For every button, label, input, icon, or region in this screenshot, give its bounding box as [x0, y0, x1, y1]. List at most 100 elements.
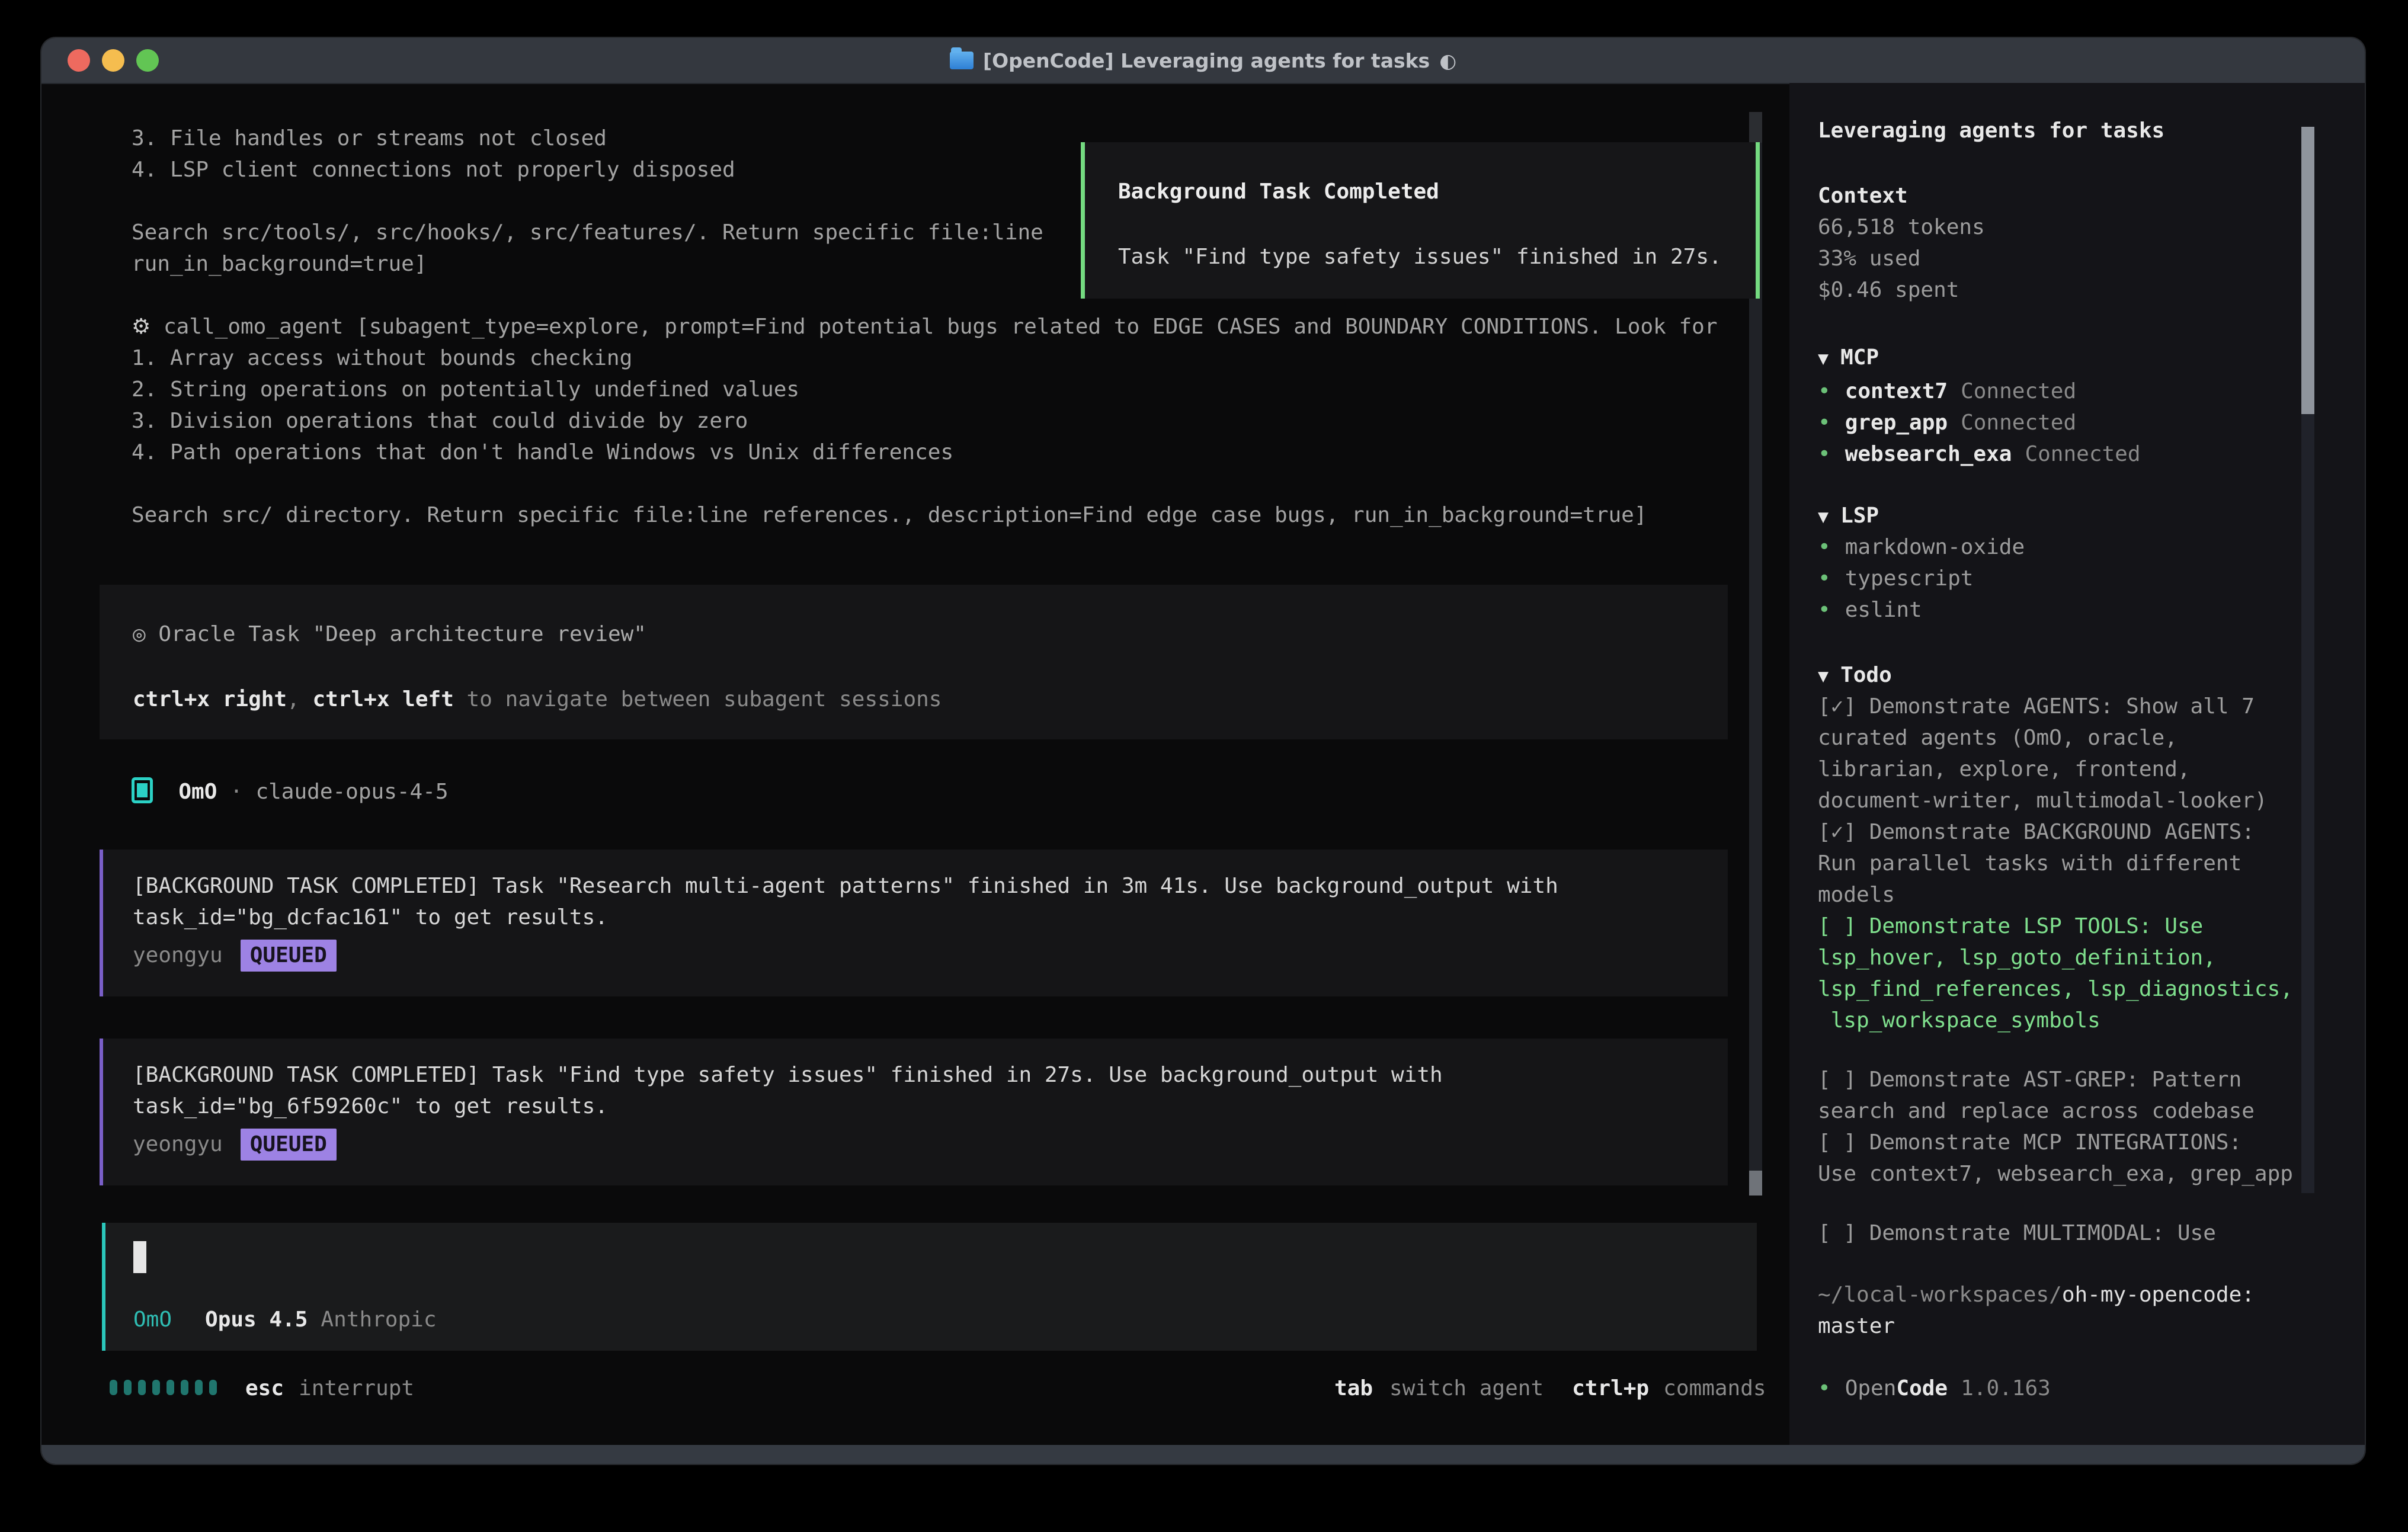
agent-name: OmO: [178, 780, 217, 804]
window-bottom-edge: [41, 1445, 2365, 1464]
oracle-task-title-line: ◎ Oracle Task "Deep architecture review": [133, 621, 646, 648]
session-indicator-icon: ◐: [1439, 49, 1456, 72]
agent-header: OmO · claude-opus-4-5: [132, 777, 449, 805]
path-repo: oh-my-opencode:: [2062, 1283, 2255, 1307]
task-user: yeongyu: [133, 1132, 223, 1156]
status-bullet-icon: •: [1818, 566, 1831, 591]
scrollback-line: 4. LSP client connections not properly d…: [132, 157, 735, 183]
background-task-message: [BACKGROUND TASK COMPLETED] Task "Resear…: [100, 850, 1728, 996]
input-footer: OmOOpus 4.5Anthropic: [133, 1307, 437, 1333]
todo-line: librarian, explore, frontend,: [1818, 757, 2191, 783]
lsp-section-header[interactable]: ▼LSP: [1818, 503, 1879, 530]
mcp-status: Connected: [2025, 442, 2140, 466]
window-title-group: [OpenCode] Leveraging agents for tasks ◐: [950, 49, 1456, 72]
app-version: 1.0.163: [1961, 1376, 2051, 1400]
terminal-window: [OpenCode] Leveraging agents for tasks ◐…: [41, 38, 2365, 1464]
input-agent-name: OmO: [133, 1307, 172, 1332]
maximize-button[interactable]: [136, 49, 159, 72]
context-tokens: 66,518 tokens: [1818, 214, 1985, 241]
hint-key: ctrl+x right: [133, 687, 287, 711]
status-bullet-icon: •: [1818, 1376, 1831, 1400]
sidebar-scrollbar-thumb[interactable]: [2301, 127, 2314, 414]
todo-line: models: [1818, 882, 1895, 908]
scrollback-line: run_in_background=true]: [132, 251, 427, 277]
status-bullet-icon: •: [1818, 535, 1831, 559]
tool-call-text: call_omo_agent [subagent_type=explore, p…: [164, 315, 1718, 339]
screenshot-root: { "window": { "title": "[OpenCode] Lever…: [0, 0, 2408, 1532]
task-message-line1: [BACKGROUND TASK COMPLETED] Task "Resear…: [133, 873, 1558, 899]
prompt-input[interactable]: OmOOpus 4.5Anthropic: [102, 1223, 1757, 1351]
omo-agent-icon: [132, 777, 153, 803]
oracle-task-box: ◎ Oracle Task "Deep architecture review"…: [100, 585, 1728, 739]
tool-call-item: 2. String operations on potentially unde…: [132, 377, 799, 403]
path-prefix: ~/local-workspaces/: [1818, 1283, 2062, 1307]
mcp-section-header[interactable]: ▼MCP: [1818, 345, 1879, 372]
version-line: •OpenCode1.0.163: [1818, 1376, 2051, 1402]
close-button[interactable]: [68, 49, 90, 72]
task-message-meta: yeongyu QUEUED: [133, 940, 337, 972]
todo-line-active: lsp_find_references, lsp_diagnostics,: [1818, 976, 2293, 1002]
todo-line: [ ] Demonstrate AST-GREP: Pattern: [1818, 1067, 2242, 1093]
task-message-line1: [BACKGROUND TASK COMPLETED] Task "Find t…: [133, 1062, 1443, 1088]
agent-model: claude-opus-4-5: [255, 780, 448, 804]
text-cursor: [133, 1241, 146, 1273]
window-title: [OpenCode] Leveraging agents for tasks: [983, 49, 1430, 72]
mcp-item: • websearch_exa Connected: [1818, 441, 2141, 467]
status-bullet-icon: •: [1818, 442, 1831, 466]
mcp-name: context7: [1845, 379, 1948, 403]
lsp-item: •markdown-oxide: [1818, 534, 2025, 560]
status-bullet-icon: •: [1818, 598, 1831, 622]
scrollback-line: 3. File handles or streams not closed: [132, 126, 607, 152]
context-header: Context: [1818, 183, 1908, 209]
oracle-task-title: Oracle Task "Deep architecture review": [158, 622, 646, 646]
main-scrollbar-top-thumb[interactable]: [1749, 112, 1762, 143]
mcp-status: Connected: [1961, 379, 2076, 403]
todo-line: [ ] Demonstrate MCP INTEGRATIONS:: [1818, 1130, 2242, 1156]
mcp-name: grep_app: [1845, 411, 1948, 435]
hint-key: ctrl+x left: [312, 687, 453, 711]
todo-line: [✓] Demonstrate BACKGROUND AGENTS:: [1818, 819, 2255, 845]
statusbar-right: tabswitch agentctrl+pcommands: [1334, 1376, 1766, 1402]
todo-line: Run parallel tasks with different: [1818, 851, 2242, 877]
gear-icon: ⚙: [132, 315, 150, 339]
status-bullet-icon: •: [1818, 411, 1831, 435]
minimize-button[interactable]: [102, 49, 124, 72]
main-scrollbar-thumb[interactable]: [1749, 1171, 1762, 1196]
todo-line-active: [ ] Demonstrate LSP TOOLS: Use: [1818, 914, 2203, 940]
chevron-down-icon: ▼: [1818, 348, 1829, 369]
todo-line: [ ] Demonstrate MULTIMODAL: Use: [1818, 1220, 2216, 1246]
tool-call-item: 4. Path operations that don't handle Win…: [132, 440, 953, 466]
todo-line: [✓] Demonstrate AGENTS: Show all 7: [1818, 694, 2255, 720]
tab-key-hint: tab: [1334, 1376, 1373, 1400]
queued-badge: QUEUED: [241, 940, 337, 972]
todo-section-header[interactable]: ▼Todo: [1818, 662, 1892, 690]
scrollback-line: Search src/tools/, src/hooks/, src/featu…: [132, 220, 1043, 246]
task-message-line2: task_id="bg_6f59260c" to get results.: [133, 1094, 608, 1120]
oracle-icon: ◎: [133, 622, 146, 646]
git-branch: master: [1818, 1313, 1895, 1339]
todo-line: search and replace across codebase: [1818, 1098, 2255, 1124]
lsp-name: eslint: [1845, 598, 1922, 622]
status-bullet-icon: •: [1818, 379, 1831, 403]
queued-badge: QUEUED: [241, 1129, 337, 1161]
lsp-name: typescript: [1845, 566, 1974, 591]
notification-toast: Background Task Completed Task "Find typ…: [1081, 142, 1760, 299]
esc-key-label: interrupt: [299, 1376, 414, 1400]
context-used: 33% used: [1818, 246, 1920, 272]
tool-call-tail: Search src/ directory. Return specific f…: [132, 502, 1647, 528]
todo-line-active: lsp_workspace_symbols: [1818, 1008, 2100, 1034]
task-message-line2: task_id="bg_dcfac161" to get results.: [133, 905, 608, 931]
background-task-message: [BACKGROUND TASK COMPLETED] Task "Find t…: [100, 1039, 1728, 1185]
input-model: Opus 4.5: [205, 1307, 308, 1332]
window-titlebar[interactable]: [OpenCode] Leveraging agents for tasks ◐: [41, 38, 2365, 84]
tool-call-line: ⚙ call_omo_agent [subagent_type=explore,…: [132, 314, 1718, 340]
todo-line: Use context7, websearch_exa, grep_app: [1818, 1161, 2293, 1187]
notification-body: Task "Find type safety issues" finished …: [1118, 244, 1722, 270]
task-user: yeongyu: [133, 943, 223, 967]
todo-line-active: lsp_hover, lsp_goto_definition,: [1818, 945, 2216, 971]
mcp-name: websearch_exa: [1845, 442, 2012, 466]
subagent-nav-hint: ctrl+x right, ctrl+x left to navigate be…: [133, 687, 942, 713]
task-message-meta: yeongyu QUEUED: [133, 1129, 337, 1161]
tab-key-label: switch agent: [1389, 1376, 1544, 1400]
tool-call-item: 1. Array access without bounds checking: [132, 345, 632, 371]
